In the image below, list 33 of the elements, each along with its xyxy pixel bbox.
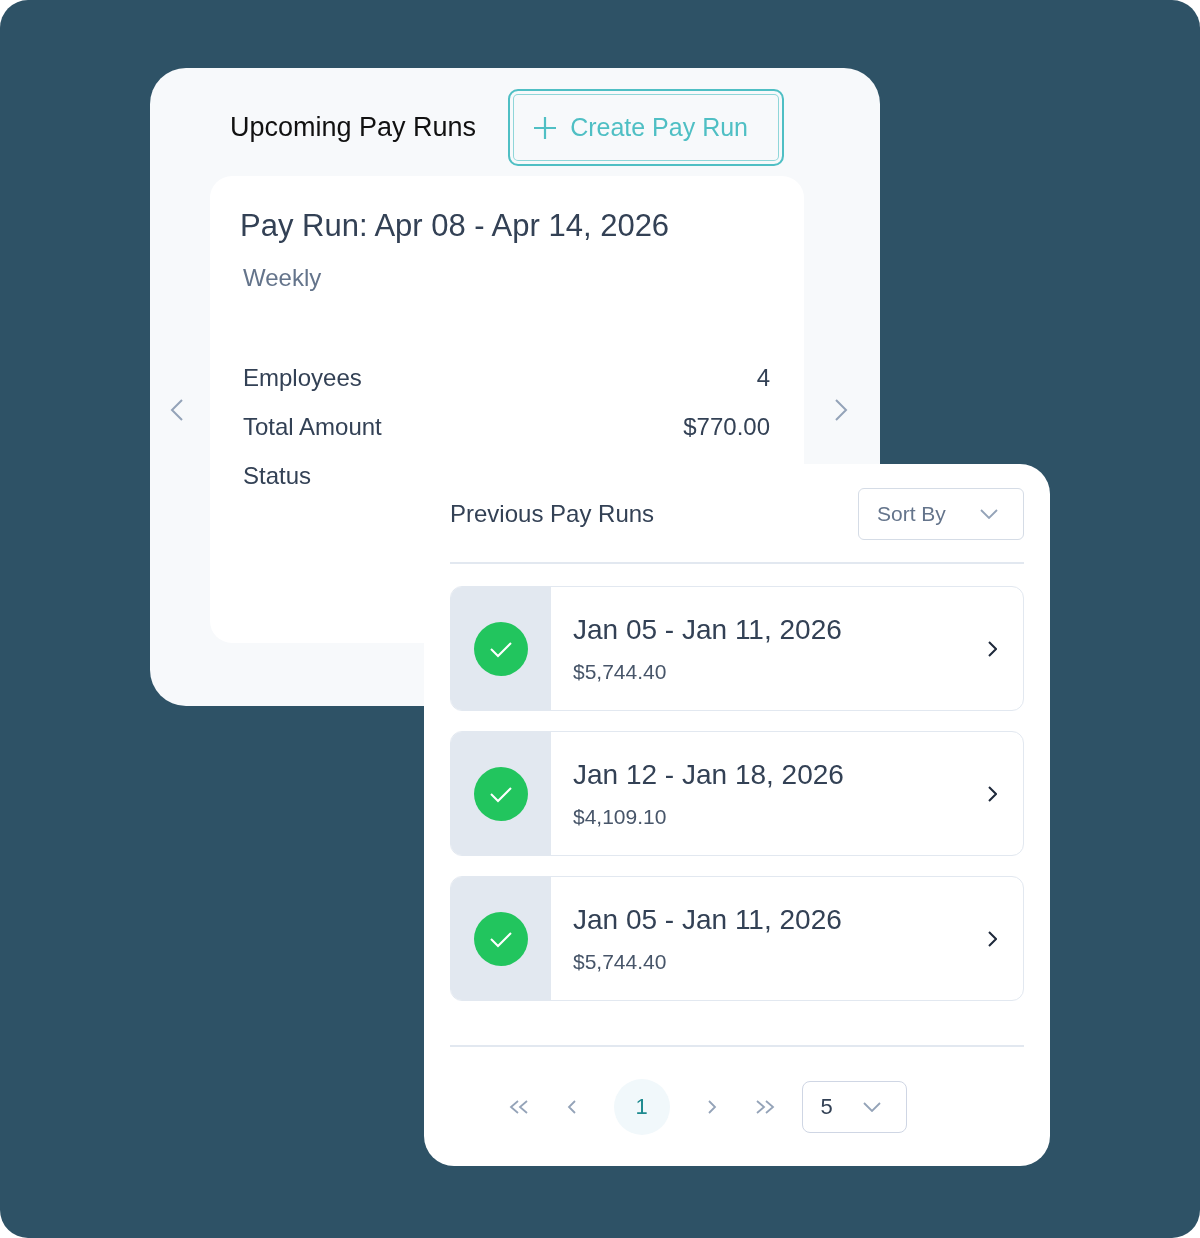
pay-run-row[interactable]: Jan 05 - Jan 11, 2026 $5,744.40: [450, 586, 1024, 711]
detail-label: Total Amount: [243, 413, 382, 442]
pay-amount: $4,109.10: [573, 804, 668, 829]
previous-page-icon[interactable]: [565, 1099, 578, 1115]
chevron-right-icon: [987, 929, 997, 948]
pay-frequency: Weekly: [243, 264, 323, 292]
chevron-right-icon: [987, 784, 997, 803]
pay-amount: $5,744.40: [573, 659, 668, 684]
check-circle-icon: [474, 911, 528, 966]
chevron-right-icon: [987, 639, 997, 658]
sort-dropdown[interactable]: Sort By: [858, 488, 1024, 540]
check-circle-icon: [474, 766, 528, 821]
pay-period: Jan 05 - Jan 11, 2026: [573, 613, 843, 646]
plus-icon: [532, 114, 559, 141]
chevron-down-icon: [979, 509, 998, 519]
pay-run-row[interactable]: Jan 05 - Jan 11, 2026 $5,744.40: [450, 876, 1024, 1001]
pay-amount: $5,744.40: [573, 949, 668, 974]
pay-period: Jan 12 - Jan 18, 2026: [573, 758, 845, 791]
pay-period: Jan 05 - Jan 11, 2026: [573, 903, 843, 936]
panel-title: Previous Pay Runs: [450, 500, 655, 528]
page-size-dropdown[interactable]: 5: [801, 1081, 907, 1133]
chevron-down-icon: [862, 1102, 881, 1112]
next-page-icon[interactable]: [705, 1099, 718, 1115]
panel-title: Upcoming Pay Runs: [230, 112, 477, 143]
pay-run-title: Pay Run: Apr 08 - Apr 14, 2026: [240, 208, 671, 244]
page-button[interactable]: 1: [613, 1079, 670, 1135]
detail-value: $770.00: [683, 413, 770, 442]
detail-value: 4: [756, 364, 770, 393]
pay-run-row[interactable]: Jan 12 - Jan 18, 2026 $4,109.10: [450, 731, 1024, 856]
first-page-icon[interactable]: [507, 1099, 530, 1115]
check-circle-icon: [474, 621, 528, 676]
detail-label: Status: [243, 462, 312, 491]
detail-label: Employees: [243, 364, 362, 393]
